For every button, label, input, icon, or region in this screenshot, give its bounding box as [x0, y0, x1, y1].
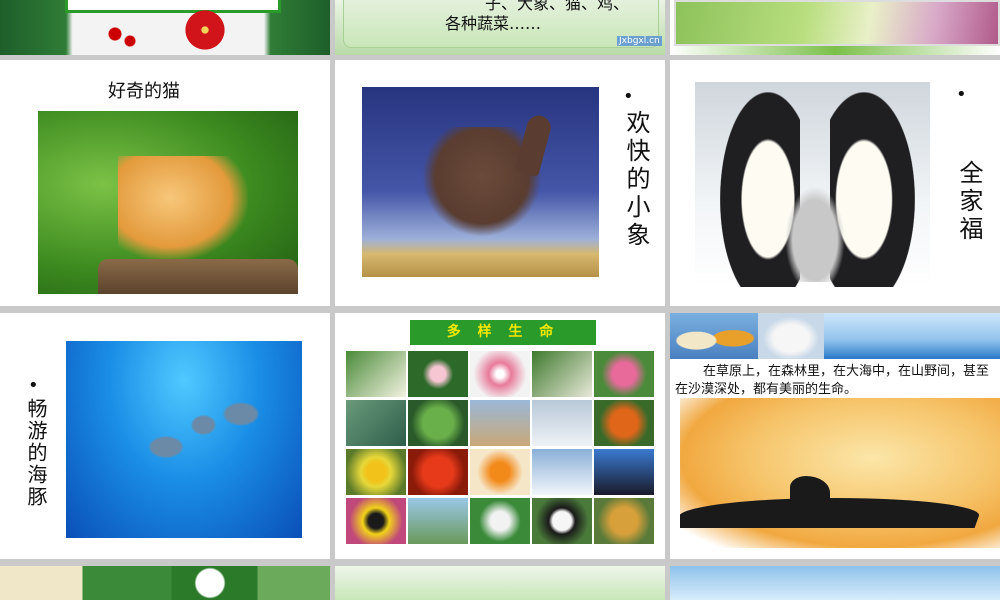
penguins-bullet: • [956, 84, 967, 105]
slide-swimming-dolphins[interactable]: • 畅游的海豚 [0, 313, 330, 559]
grid-bee [346, 449, 406, 495]
desert-ground [680, 498, 986, 528]
slide-animals-list[interactable]: 子、大象、猫、鸡、 各种蔬菜…… Jxbgxl.cn [335, 0, 665, 55]
grid-cactus [470, 400, 530, 446]
slide-beautiful-life[interactable]: 在草原上，在森林里，在大海中，在山野间，甚至在沙漠深处，都有美丽的生命。 [670, 313, 1000, 559]
slide-christmas[interactable] [0, 0, 330, 55]
slide-diverse-life[interactable]: 多 样 生 命 [335, 313, 665, 559]
grid-white-flowers [346, 351, 406, 397]
grid-daisies [408, 351, 468, 397]
grid-goldfish [470, 449, 530, 495]
grid-palm [408, 400, 468, 446]
grid-bird [408, 498, 468, 544]
slide-bottom-left[interactable] [0, 566, 330, 600]
egg-chick-image [670, 313, 758, 359]
green-strip [670, 46, 1000, 55]
life-paragraph: 在草原上，在森林里，在大海中，在山野间，甚至在沙漠深处，都有美丽的生命。 [675, 364, 990, 397]
tree-stump [98, 259, 298, 294]
kitten-body [118, 156, 248, 261]
grid-autumn-tree [594, 400, 654, 446]
animals-text-line2: 各种蔬菜…… [445, 14, 542, 33]
dolphins-bullet: • [28, 375, 39, 396]
elephant-caption: 欢快的小象 [622, 110, 650, 250]
slide-bottom-center[interactable] [335, 566, 665, 600]
grid-panda [532, 498, 592, 544]
desert-sunset-painting [680, 398, 1000, 548]
elephant-photo [362, 87, 599, 277]
grid-penguins [532, 449, 592, 495]
flower-photo-image [674, 0, 1000, 46]
grid-starfish [408, 449, 468, 495]
poinsettia-flower [170, 5, 240, 55]
slide-bottom-right[interactable] [670, 566, 1000, 600]
grid-snow-trees [532, 400, 592, 446]
grid-wildflowers [532, 351, 592, 397]
dolphins-photo [66, 341, 302, 538]
dolphin-jump-image [824, 313, 1000, 359]
species-grid [346, 351, 657, 549]
dolphins-caption: 畅游的海豚 [24, 398, 48, 508]
penguin-chicks [780, 177, 850, 282]
penguins-caption: 全家福 [955, 160, 983, 244]
grid-pink-flowers [594, 351, 654, 397]
grid-orca [594, 449, 654, 495]
diverse-life-title: 多 样 生 命 [410, 320, 596, 345]
elephant-bullet: • [623, 86, 634, 107]
slide-family-penguins[interactable]: • 全家福 [670, 60, 1000, 306]
slide-curious-cat[interactable]: 好奇的猫 [0, 60, 330, 306]
grid-leopard [594, 498, 654, 544]
red-berries [100, 20, 150, 55]
dolphin-shapes [121, 381, 271, 491]
slide-happy-elephant[interactable]: • 欢快的小象 [335, 60, 665, 306]
cat-caption: 好奇的猫 [108, 81, 180, 102]
white-lily-image [180, 566, 240, 600]
grid-horse [470, 498, 530, 544]
elephant-trunk [514, 112, 554, 178]
watermark-logo: Jxbgxl.cn [617, 36, 662, 46]
camel-silhouette [790, 476, 830, 504]
grid-butterfly [346, 498, 406, 544]
slide-flower-photo[interactable] [670, 0, 1000, 55]
penguins-photo [695, 82, 930, 287]
animal-strip [670, 313, 1000, 359]
kitten-photo [38, 111, 298, 294]
grid-pink-lily [470, 351, 530, 397]
seal-pup-image [758, 313, 824, 359]
grid-agave [346, 400, 406, 446]
